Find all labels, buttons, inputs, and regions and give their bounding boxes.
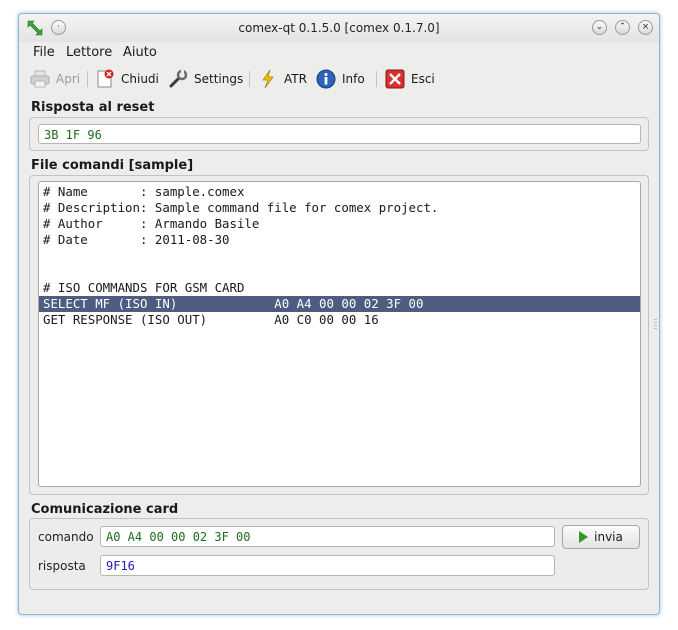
reset-section-title: Risposta al reset — [31, 100, 155, 115]
info-icon — [315, 68, 337, 90]
esci-label: Esci — [411, 72, 435, 86]
settings-label: Settings — [194, 72, 244, 86]
lightning-icon — [257, 68, 279, 90]
comunicazione-title: Comunicazione card — [31, 502, 179, 517]
play-icon — [579, 531, 589, 543]
close-document-icon — [94, 68, 116, 90]
apri-label: Apri — [56, 72, 81, 86]
reset-response-field[interactable]: 3B 1F 96 — [38, 124, 641, 144]
settings-button[interactable]: Settings — [167, 66, 243, 92]
menu-file[interactable]: File — [33, 45, 55, 60]
toolbar: Apri Chiudi Settings ATR Info Esci — [19, 64, 659, 94]
file-comandi-title: File comandi [sample] — [31, 158, 194, 173]
menu-lettore[interactable]: Lettore — [66, 45, 112, 60]
apri-button[interactable]: Apri — [29, 66, 80, 92]
editor-line[interactable]: # Date : 2011-08-30 — [39, 232, 640, 248]
info-button[interactable]: Info — [315, 66, 365, 92]
minimize-button[interactable]: ⌄ — [592, 20, 607, 35]
close-button[interactable]: × — [638, 20, 653, 35]
title-bar[interactable]: · comex-qt 0.1.5.0 [comex 0.1.7.0] ⌄ ⌃ × — [19, 14, 659, 42]
printer-icon — [29, 68, 51, 90]
comando-input[interactable]: A0 A4 00 00 02 3F 00 — [100, 526, 555, 547]
toolbar-separator — [87, 71, 88, 87]
resize-grip[interactable] — [654, 319, 657, 331]
editor-line[interactable]: # Author : Armando Basile — [39, 216, 640, 232]
toolbar-separator — [376, 71, 377, 87]
editor-line[interactable]: GET RESPONSE (ISO OUT) A0 C0 00 00 16 — [39, 312, 640, 328]
editor-line[interactable]: # Name : sample.comex — [39, 184, 640, 200]
menu-bar: File Lettore Aiuto — [19, 42, 659, 64]
atr-label: ATR — [284, 72, 307, 86]
app-window: · comex-qt 0.1.5.0 [comex 0.1.7.0] ⌄ ⌃ ×… — [18, 13, 660, 615]
window-title: comex-qt 0.1.5.0 [comex 0.1.7.0] — [238, 21, 440, 35]
invia-button[interactable]: invia — [562, 525, 640, 549]
risposta-field[interactable]: 9F16 — [100, 555, 555, 576]
menu-aiuto[interactable]: Aiuto — [123, 45, 157, 60]
command-file-editor[interactable]: # Name : sample.comex # Description: Samp… — [38, 181, 641, 487]
toolbar-separator — [249, 71, 250, 87]
info-label: Info — [342, 72, 365, 86]
chiudi-label: Chiudi — [121, 72, 159, 86]
atr-button[interactable]: ATR — [257, 66, 307, 92]
wrench-icon — [167, 68, 189, 90]
editor-line[interactable] — [39, 264, 640, 280]
chiudi-button[interactable]: Chiudi — [94, 66, 159, 92]
exit-icon — [384, 68, 406, 90]
editor-line[interactable]: # Description: Sample command file for c… — [39, 200, 640, 216]
maximize-button[interactable]: ⌃ — [615, 20, 630, 35]
editor-line[interactable]: # ISO COMMANDS FOR GSM CARD — [39, 280, 640, 296]
invia-label: invia — [594, 530, 623, 544]
risposta-label: risposta — [38, 559, 86, 573]
editor-line[interactable]: SELECT MF (ISO IN) A0 A4 00 00 02 3F 00 — [39, 296, 640, 312]
esci-button[interactable]: Esci — [384, 66, 435, 92]
comando-label: comando — [38, 530, 94, 544]
editor-line[interactable] — [39, 248, 640, 264]
